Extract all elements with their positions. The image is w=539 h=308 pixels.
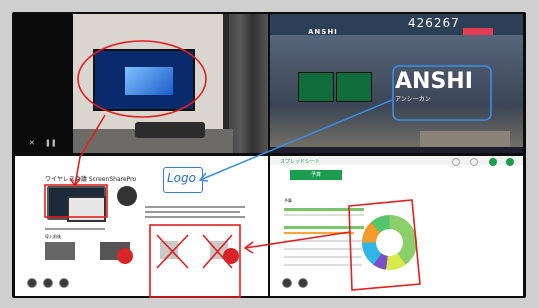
eraser-button[interactable] — [59, 278, 69, 288]
orange-bar — [284, 232, 354, 234]
text-line — [145, 211, 240, 213]
grid-line — [284, 240, 362, 242]
add-icon[interactable] — [489, 158, 497, 166]
text-line — [145, 206, 245, 208]
menu-button[interactable] — [27, 278, 37, 288]
pen-button[interactable] — [298, 278, 308, 288]
menu-button[interactable] — [282, 278, 292, 288]
hero-title: ANSHI — [395, 69, 473, 94]
meeting-table — [135, 122, 205, 138]
display-panel — [336, 72, 372, 102]
document-title: ワイヤレス会議 ScreenSharePro — [45, 176, 137, 183]
grid-line — [284, 214, 364, 216]
share-icon[interactable] — [506, 158, 514, 166]
room-display-screen — [93, 49, 195, 111]
contact-button[interactable] — [463, 28, 493, 35]
green-bar — [284, 226, 364, 229]
donut-hole — [376, 229, 403, 256]
diagram-block — [160, 241, 178, 259]
tab-budget[interactable]: 予算 — [290, 170, 342, 180]
search-icon[interactable] — [452, 158, 460, 166]
curtain — [229, 14, 268, 153]
website-quadrant[interactable]: 426267 ANSHI ANSHI アンシーカン — [270, 14, 523, 153]
pause-icon[interactable]: ❚❚ — [45, 139, 57, 147]
row-label: 予算 — [284, 198, 292, 203]
close-icon[interactable]: ✕ — [29, 139, 35, 147]
grid-line — [284, 264, 362, 266]
grid-line — [284, 256, 362, 258]
grid-line — [284, 248, 362, 250]
spreadsheet-quadrant[interactable]: スプレッドシート 予算 予算 — [270, 156, 523, 296]
tablet-image — [67, 196, 106, 222]
text-line — [45, 228, 105, 230]
red-marker — [117, 248, 133, 264]
settings-icon[interactable] — [470, 158, 478, 166]
app-title: スプレッドシート — [280, 159, 321, 165]
dark-wall — [15, 14, 73, 153]
green-bar — [284, 208, 364, 211]
text-line — [145, 216, 245, 218]
section-label: 導入前後 — [45, 234, 61, 239]
red-marker — [223, 248, 239, 264]
camera-feed-quadrant[interactable]: ✕ ❚❚ — [15, 14, 268, 153]
taskbar[interactable] — [270, 147, 523, 153]
site-nav[interactable] — [345, 28, 465, 43]
pen-button[interactable] — [43, 278, 53, 288]
info-box — [45, 242, 75, 260]
document-quadrant[interactable]: ワイヤレス会議 ScreenSharePro 導入前後 — [15, 156, 268, 296]
windows-logo — [125, 67, 173, 95]
logo-annotation-text: Logo — [167, 171, 196, 185]
product-badge — [117, 186, 137, 206]
display-panel — [298, 72, 334, 102]
hero-subtitle: アンシーカン — [395, 96, 431, 103]
